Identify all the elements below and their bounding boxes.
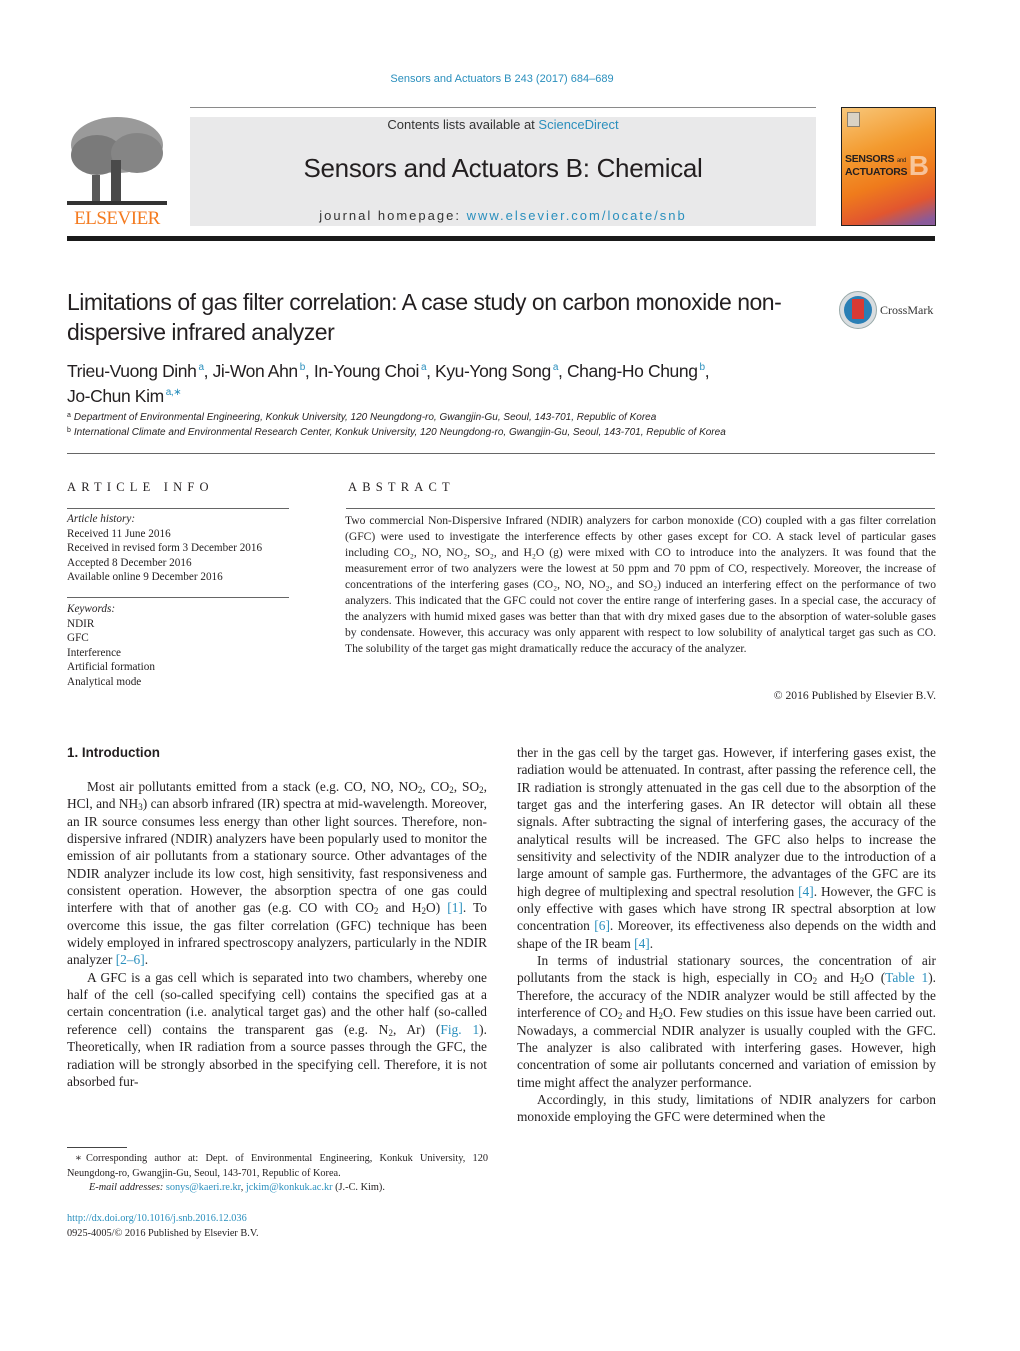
section-heading: 1. Introduction [67, 745, 160, 760]
journal-citation[interactable]: Sensors and Actuators B 243 (2017) 684–6… [0, 73, 1004, 85]
journal-cover-thumbnail[interactable]: B SENSORS and ACTUATORS [841, 107, 936, 226]
email-line: E-mail addresses: sonys@kaeri.re.kr, jck… [89, 1182, 385, 1193]
cover-title: SENSORS and ACTUATORS [845, 153, 908, 178]
crossmark-icon [839, 291, 877, 329]
author[interactable]: Ji-Won Ahn b [213, 361, 306, 381]
divider [67, 597, 289, 598]
crossmark-label: CrossMark [880, 303, 934, 317]
elsevier-wordmark: ELSEVIER [74, 208, 160, 229]
author[interactable]: Jo-Chun Kim a,∗ [67, 386, 182, 406]
sciencedirect-link[interactable]: ScienceDirect [538, 117, 618, 132]
reference-link[interactable]: [1] [447, 900, 463, 915]
paragraph: ther in the gas cell by the target gas. … [517, 745, 937, 951]
email-link[interactable]: jckim@konkuk.ac.kr [246, 1182, 333, 1193]
footnote: ∗ Corresponding author at: Dept. of Envir… [67, 1152, 488, 1196]
journal-masthead: Contents lists available at ScienceDirec… [190, 117, 816, 226]
author-list: Trieu-Vuong Dinh a, Ji-Won Ahn b, In-Young… [67, 361, 710, 406]
doi-link[interactable]: http://dx.doi.org/10.1016/j.snb.2016.12.… [67, 1212, 259, 1227]
reference-link[interactable]: [4] [798, 884, 814, 899]
header-thick-divider [67, 236, 935, 241]
abstract-copyright: © 2016 Published by Elsevier B.V. [773, 689, 936, 702]
cover-letter: B [908, 150, 929, 181]
cover-line-1: SENSORS [845, 153, 895, 165]
homepage-prefix: journal homepage: [319, 208, 467, 223]
paragraph: In terms of industrial stationary source… [517, 953, 936, 1090]
abstract-text: Two commercial Non-Dispersive Infrared (… [345, 514, 936, 655]
paragraph: A GFC is a gas cell which is separated i… [67, 969, 487, 1089]
author[interactable]: Kyu-Yong Song a [435, 361, 558, 381]
elsevier-tree-icon [67, 115, 167, 208]
homepage-link[interactable]: www.elsevier.com/locate/snb [467, 208, 687, 223]
email-link[interactable]: sonys@kaeri.re.kr [166, 1182, 241, 1193]
affiliation: b International Climate and Environmental… [67, 427, 726, 438]
keyword: NDIR [67, 617, 95, 630]
header-divider [190, 107, 816, 108]
divider [346, 508, 935, 509]
article-history: Article history: Received 11 June 2016 R… [67, 512, 262, 585]
doi-block: http://dx.doi.org/10.1016/j.snb.2016.12.… [67, 1212, 259, 1241]
history-item: Received in revised form 3 December 2016 [67, 542, 263, 554]
keyword: Artificial formation [67, 661, 155, 673]
paragraph: Accordingly, in this study, limitations … [517, 1091, 936, 1125]
cover-line-2: ACTUATORS [845, 166, 908, 178]
keyword: GFC [67, 632, 89, 644]
divider [67, 508, 289, 509]
cover-elsevier-badge-icon [847, 112, 860, 127]
paragraph: Most air pollutants emitted from a stack… [67, 779, 487, 968]
author[interactable]: Chang-Ho Chung b [567, 361, 705, 381]
history-item: Received 11 June 2016 [67, 527, 171, 540]
keyword: Analytical mode [67, 675, 142, 688]
section-divider [67, 453, 935, 454]
journal-homepage: journal homepage: www.elsevier.com/locat… [190, 208, 816, 223]
keyword: Interference [67, 646, 122, 659]
contents-availability: Contents lists available at ScienceDirec… [190, 117, 816, 132]
keywords: Keywords: NDIR GFC Interference Artifici… [67, 602, 155, 689]
cover-and: and [896, 158, 906, 164]
affiliation: a Department of Environmental Engineering… [67, 412, 657, 423]
footnote-divider [67, 1147, 127, 1148]
history-item: Accepted 8 December 2016 [67, 556, 192, 569]
reference-link[interactable]: [2–6] [116, 952, 145, 967]
corresponding-author-note: ∗ Corresponding author at: Dept. of Envir… [67, 1153, 488, 1179]
table-link[interactable]: Table 1 [885, 970, 928, 985]
issn-line: 0925-4005/© 2016 Published by Elsevier B… [67, 1227, 259, 1239]
journal-name: Sensors and Actuators B: Chemical [303, 153, 703, 183]
crossmark-button[interactable]: CrossMark [839, 291, 939, 329]
body-column-right: ther in the gas cell by the target gas. … [517, 744, 936, 1126]
abstract-heading: ABSTRACT [348, 480, 455, 494]
author[interactable]: Trieu-Vuong Dinh a [67, 361, 204, 381]
author[interactable]: In-Young Choi a [314, 361, 427, 381]
body-column-left: Most air pollutants emitted from a stack… [67, 778, 487, 1090]
history-item: Available online 9 December 2016 [67, 571, 223, 583]
keywords-label: Keywords: [67, 603, 116, 615]
history-label: Article history: [67, 513, 136, 525]
reference-link[interactable]: [4] [634, 936, 650, 951]
article-info-heading: ARTICLE INFO [67, 480, 214, 494]
figure-link[interactable]: Fig. 1 [440, 1022, 479, 1037]
elsevier-logo[interactable]: ELSEVIER [67, 115, 167, 230]
contents-prefix: Contents lists available at [387, 117, 539, 132]
article-title: Limitations of gas filter correlation: A… [67, 289, 782, 345]
reference-link[interactable]: [6] [594, 918, 610, 933]
